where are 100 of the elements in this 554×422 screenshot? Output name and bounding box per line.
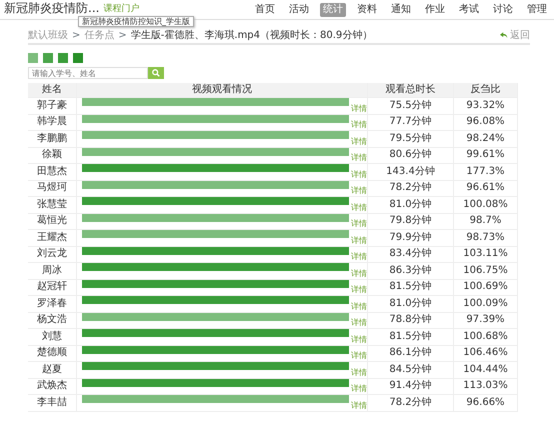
table-cell: 96.61% bbox=[454, 180, 518, 197]
table-cell: 98.7% bbox=[454, 214, 518, 230]
table-cell: 杨文浩 bbox=[28, 312, 77, 329]
table-cell: 李鹏鹏 bbox=[28, 131, 77, 148]
table-cell: 91.4分钟 bbox=[368, 378, 454, 395]
table-cell: 106.46% bbox=[454, 346, 518, 362]
detail-link[interactable]: 详情 bbox=[351, 400, 367, 410]
nav-tab[interactable]: 活动 bbox=[286, 2, 312, 16]
table-cell: 78.2分钟 bbox=[368, 395, 454, 412]
breadcrumb-current: 学生版-霍德胜、李海琪.mp4（视频时长：80.9分钟） bbox=[130, 30, 372, 42]
breadcrumb-link[interactable]: 默认班级 bbox=[28, 30, 68, 42]
back-arrow-icon bbox=[500, 32, 508, 39]
breadcrumb-link[interactable]: 任务点 bbox=[84, 30, 114, 42]
table-cell: 李丰喆 bbox=[28, 395, 77, 412]
table-cell: 104.44% bbox=[454, 362, 518, 378]
table-cell: 刘云龙 bbox=[28, 246, 77, 263]
detail-link[interactable]: 详情 bbox=[351, 334, 367, 344]
table-cell: 78.8分钟 bbox=[368, 312, 454, 329]
detail-link[interactable]: 详情 bbox=[351, 268, 367, 278]
column-header: 姓名 bbox=[28, 83, 77, 98]
nav-tab[interactable]: 管理 bbox=[524, 2, 550, 16]
table-cell: 韩学晨 bbox=[28, 114, 77, 131]
table-cell: 马煜珂 bbox=[28, 180, 77, 197]
table-cell: 100.68% bbox=[454, 329, 518, 346]
table-cell: 81.0分钟 bbox=[368, 197, 454, 214]
table-cell: 100.09% bbox=[454, 296, 518, 312]
table-cell: 96.66% bbox=[454, 395, 518, 412]
nav-tab[interactable]: 作业 bbox=[422, 2, 448, 16]
column-header: 反刍比 bbox=[454, 83, 518, 98]
detail-link[interactable]: 详情 bbox=[351, 170, 367, 180]
detail-link[interactable]: 详情 bbox=[351, 318, 367, 328]
table-cell: 86.3分钟 bbox=[368, 263, 454, 280]
table-cell: 113.03% bbox=[454, 378, 518, 395]
detail-link[interactable]: 详情 bbox=[351, 136, 367, 146]
nav-tab[interactable]: 通知 bbox=[388, 2, 414, 16]
detail-link[interactable]: 详情 bbox=[351, 285, 367, 295]
breadcrumb-separator: > bbox=[72, 30, 80, 42]
nav-tab[interactable]: 资料 bbox=[354, 2, 380, 16]
table-cell: 98.73% bbox=[454, 230, 518, 246]
table-cell: 79.5分钟 bbox=[368, 131, 454, 148]
table-cell: 王耀杰 bbox=[28, 230, 77, 246]
table-cell: 武焕杰 bbox=[28, 378, 77, 395]
nav-tab[interactable]: 首页 bbox=[252, 2, 278, 16]
table-cell: 77.7分钟 bbox=[368, 114, 454, 131]
detail-link[interactable]: 详情 bbox=[351, 384, 367, 394]
table-cell: 106.75% bbox=[454, 263, 518, 280]
table-cell: 81.0分钟 bbox=[368, 296, 454, 312]
table-cell: 93.32% bbox=[454, 98, 518, 114]
search-button[interactable] bbox=[148, 67, 164, 79]
table-cell: 86.1分钟 bbox=[368, 346, 454, 362]
breadcrumb-separator: > bbox=[118, 30, 127, 42]
course-portal-link[interactable]: 课程门户 bbox=[103, 4, 140, 15]
table-cell: 周冰 bbox=[28, 263, 77, 280]
detail-link[interactable]: 详情 bbox=[351, 186, 367, 196]
table-cell: 96.08% bbox=[454, 114, 518, 131]
table-cell: 赵夏 bbox=[28, 362, 77, 378]
table-cell: 84.5分钟 bbox=[368, 362, 454, 378]
detail-link[interactable]: 详情 bbox=[351, 104, 367, 114]
detail-link[interactable]: 详情 bbox=[351, 351, 367, 361]
nav-tab[interactable]: 统计 bbox=[320, 2, 346, 16]
search-icon bbox=[152, 69, 160, 77]
table-cell: 罗泽春 bbox=[28, 296, 77, 312]
table-cell: 徐颖 bbox=[28, 148, 77, 164]
table-cell: 葛恒光 bbox=[28, 214, 77, 230]
column-header: 观看总时长 bbox=[368, 83, 454, 98]
table-cell: 81.5分钟 bbox=[368, 329, 454, 346]
table-cell: 177.3% bbox=[454, 164, 518, 180]
table-cell: 103.11% bbox=[454, 246, 518, 263]
table-cell: 79.9分钟 bbox=[368, 230, 454, 246]
table-cell: 97.39% bbox=[454, 312, 518, 329]
detail-link[interactable]: 详情 bbox=[351, 302, 367, 312]
detail-link[interactable]: 详情 bbox=[351, 236, 367, 246]
detail-link[interactable]: 详情 bbox=[351, 153, 367, 163]
table-cell: 田慧杰 bbox=[28, 164, 77, 180]
table-cell: 赵冠轩 bbox=[28, 280, 77, 296]
table-cell: 79.8分钟 bbox=[368, 214, 454, 230]
table-cell: 张慧莹 bbox=[28, 197, 77, 214]
table-cell: 80.6分钟 bbox=[368, 148, 454, 164]
nav-tab[interactable]: 考试 bbox=[456, 2, 482, 16]
detail-link[interactable]: 详情 bbox=[351, 368, 367, 378]
course-title: 新冠肺炎疫情防... bbox=[4, 2, 100, 14]
detail-link[interactable]: 详情 bbox=[351, 202, 367, 212]
column-header: 视频观看情况 bbox=[77, 83, 368, 98]
table-cell: 郭子豪 bbox=[28, 98, 77, 114]
table-cell: 100.69% bbox=[454, 280, 518, 296]
detail-link[interactable]: 详情 bbox=[351, 219, 367, 229]
table-cell: 81.5分钟 bbox=[368, 280, 454, 296]
table-cell: 刘慧 bbox=[28, 329, 77, 346]
table-cell: 楚德顺 bbox=[28, 346, 77, 362]
table-cell: 98.24% bbox=[454, 131, 518, 148]
table-cell: 143.4分钟 bbox=[368, 164, 454, 180]
detail-link[interactable]: 详情 bbox=[351, 252, 367, 262]
table-cell: 100.08% bbox=[454, 197, 518, 214]
nav-tab[interactable]: 讨论 bbox=[490, 2, 516, 16]
tooltip: 新冠肺炎疫情防控知识_学生版 bbox=[78, 16, 194, 27]
detail-link[interactable]: 详情 bbox=[351, 120, 367, 130]
table-cell: 99.61% bbox=[454, 148, 518, 164]
table-cell: 78.2分钟 bbox=[368, 180, 454, 197]
search-field[interactable]: 请输入学号、姓名 bbox=[28, 67, 148, 79]
back-link[interactable]: 返回 bbox=[500, 30, 530, 42]
